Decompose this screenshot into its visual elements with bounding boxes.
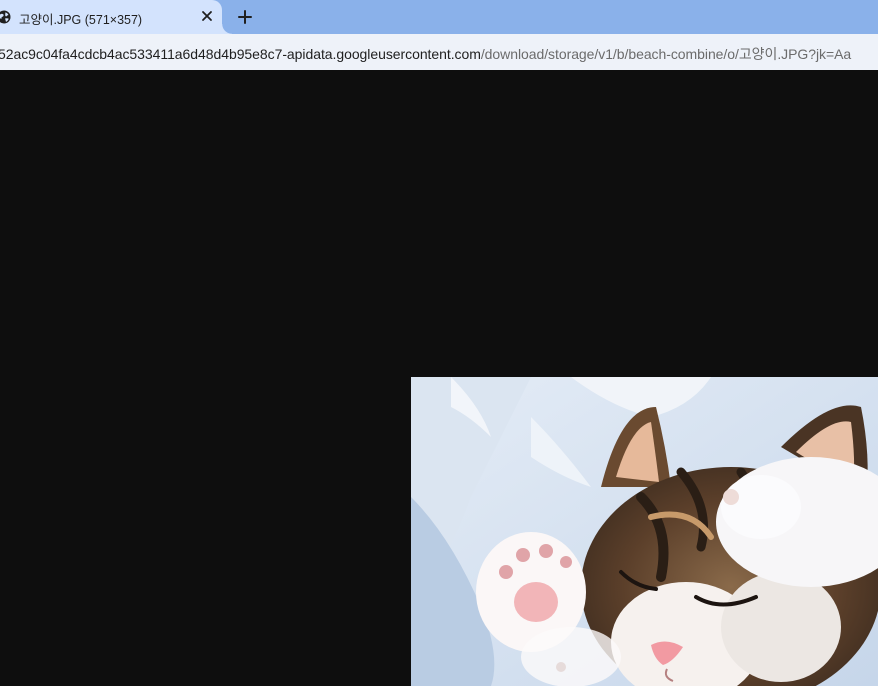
url-path: /download/storage/v1/b/beach-combine/o/고… <box>480 46 852 62</box>
globe-icon <box>0 10 11 24</box>
url-domain: 52ac9c04fa4cdcb4ac533411a6d48d4b95e8c7-a… <box>0 46 481 62</box>
address-bar[interactable]: 52ac9c04fa4cdcb4ac533411a6d48d4b95e8c7-a… <box>0 34 878 70</box>
plus-icon[interactable] <box>236 8 254 26</box>
toolbar: 52ac9c04fa4cdcb4ac533411a6d48d4b95e8c7-a… <box>0 34 878 70</box>
close-icon[interactable] <box>200 9 214 23</box>
url-text: 52ac9c04fa4cdcb4ac533411a6d48d4b95e8c7-a… <box>0 44 851 64</box>
tab-title: 고양이.JPG (571×357) <box>19 13 143 27</box>
active-tab[interactable]: 고양이.JPG (571×357) <box>0 0 222 34</box>
tab-corner <box>222 24 232 34</box>
kitten-image <box>411 377 878 686</box>
tab-strip: 고양이.JPG (571×357) <box>0 0 878 34</box>
